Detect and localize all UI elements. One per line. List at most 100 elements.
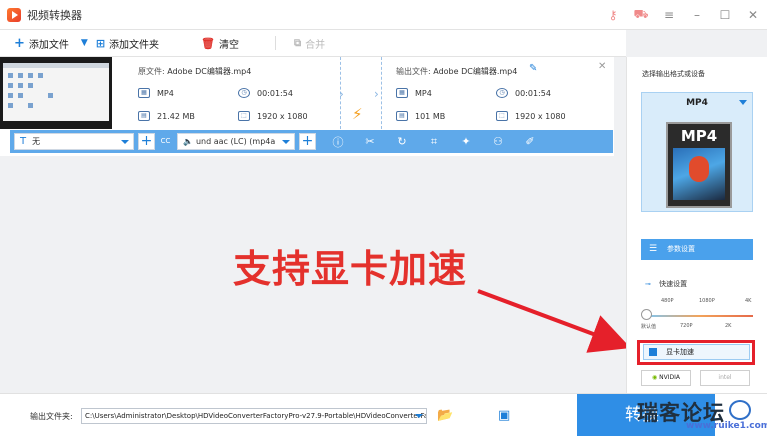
add-audio-button[interactable]: + — [299, 133, 316, 150]
file-size-icon: ▤ — [396, 111, 408, 121]
gpu-acceleration-bolt-icon: ⚡ — [352, 105, 363, 123]
out-duration: ◷ 00:01:54 — [496, 88, 551, 98]
watermark-bird-icon — [729, 400, 751, 420]
nvidia-eye-icon: ◉ — [651, 374, 658, 381]
merge-label: 合并 — [305, 39, 326, 51]
watermark-person-icon[interactable]: ⚇ — [482, 135, 514, 148]
intel-badge: intel — [700, 370, 750, 386]
quality-slider-track[interactable] — [646, 315, 753, 317]
close-icon[interactable]: ✕ — [739, 8, 767, 22]
open-output-folder-icon[interactable]: ▣ — [498, 408, 510, 423]
crop-icon[interactable]: ⌗ — [418, 135, 450, 149]
tick-default: 默认值 — [641, 324, 657, 330]
dropdown-arrow-icon[interactable] — [415, 414, 423, 418]
trash-icon: 🗑 — [201, 36, 216, 50]
output-folder-path[interactable]: C:\Users\Administrator\Desktop\HDVideoCo… — [81, 408, 427, 424]
format-name: MP4 — [686, 98, 708, 108]
task-options-bar: T 无 + CC 🔈 und aac (LC) (mp4a + ⓘ ✂ ↻ ⌗ … — [10, 130, 613, 153]
src-resolution: ⬚ 1920 x 1080 — [238, 111, 308, 121]
output-folder-label: 输出文件夹: — [30, 412, 73, 421]
watermark-url: www.ruike1.com — [686, 421, 767, 431]
format-icon: ▦ — [138, 88, 150, 98]
output-path-text: C:\Users\Administrator\Desktop\HDVideoCo… — [85, 412, 427, 420]
divider-line — [381, 57, 382, 129]
add-file-button[interactable]: + 添加文件 — [14, 30, 69, 57]
add-file-dropdown-icon[interactable]: ▼ — [81, 38, 88, 48]
menu-icon[interactable]: ≡ — [655, 8, 683, 22]
dropdown-arrow-icon — [121, 140, 129, 144]
output-label: 输出文件: — [396, 67, 431, 76]
cart-icon[interactable]: ⛟ — [627, 7, 655, 23]
source-file-info: 原文件: Adobe DC编辑器.mp4 — [138, 66, 251, 77]
browse-folder-icon[interactable]: 📂 — [437, 408, 453, 423]
rotate-icon[interactable]: ↻ — [386, 135, 418, 148]
source-label: 原文件: — [138, 67, 165, 76]
add-folder-button[interactable]: ⊞ 添加文件夹 — [96, 30, 159, 57]
toolbar-divider — [275, 36, 277, 50]
tick-720p: 720P — [680, 323, 693, 329]
file-size-icon: ▤ — [138, 111, 150, 121]
edit-output-name-icon[interactable]: ✎ — [529, 63, 537, 74]
src-size: ▤ 21.42 MB — [138, 111, 195, 121]
out-resolution: ⬚ 1920 x 1080 — [496, 111, 566, 121]
info-icon[interactable]: ⓘ — [322, 134, 354, 150]
plus-icon: + — [14, 35, 25, 51]
output-file-info: 输出文件: Adobe DC编辑器.mp4 — [396, 66, 517, 77]
out-size: ▤ 101 MB — [396, 111, 445, 121]
trim-scissors-icon[interactable]: ✂ — [354, 135, 386, 148]
format-icon: ▦ — [396, 88, 408, 98]
add-subtitle-button[interactable]: + — [138, 133, 155, 150]
merge-icon: ⧉ — [294, 37, 302, 49]
speaker-icon: 🔈 — [183, 137, 193, 146]
sliders-icon: ☰ — [649, 244, 658, 254]
window-controls: ⚷ ⛟ ≡ – ☐ ✕ — [599, 0, 767, 30]
dropdown-arrow-icon[interactable] — [739, 100, 747, 105]
src-format: ▦ MP4 — [138, 88, 174, 98]
quick-settings-title: ⊸ 快速设置 — [645, 280, 688, 288]
promo-caption: 支持显卡加速 — [233, 247, 468, 291]
source-filename: Adobe DC编辑器.mp4 — [167, 67, 252, 76]
subtitle-value: 无 — [32, 137, 41, 146]
app-window: 视频转换器 ⚷ ⛟ ≡ – ☐ ✕ + 添加文件 ▼ ⊞ 添加文件夹 🗑 清空 … — [0, 0, 767, 442]
resolution-icon: ⬚ — [238, 111, 250, 121]
settings-label: 参数设置 — [667, 245, 695, 253]
quality-slider-knob[interactable] — [641, 309, 652, 320]
key-icon[interactable]: ⚷ — [599, 8, 627, 22]
title-bar: 视频转换器 ⚷ ⛟ ≡ – ☐ ✕ — [0, 0, 767, 30]
app-logo-icon — [7, 7, 21, 22]
edit-pen-icon[interactable]: ✐ — [514, 135, 546, 148]
highlight-box — [637, 340, 755, 365]
maximize-icon[interactable]: ☐ — [711, 8, 739, 22]
toolbar: + 添加文件 ▼ ⊞ 添加文件夹 🗑 清空 ⧉ 合并 — [0, 30, 626, 57]
output-format-card[interactable]: MP4 MP4 — [641, 92, 753, 212]
tick-4k: 4K — [745, 298, 752, 304]
slider-icon: ⊸ — [645, 280, 651, 288]
tick-2k: 2K — [725, 323, 732, 329]
tick-1080p: 1080P — [699, 298, 715, 304]
clock-icon: ◷ — [238, 88, 250, 98]
merge-button[interactable]: ⧉ 合并 — [294, 30, 325, 57]
out-format: ▦ MP4 — [396, 88, 432, 98]
src-duration: ◷ 00:01:54 — [238, 88, 293, 98]
subtitle-select[interactable]: T 无 — [14, 133, 134, 150]
minimize-icon[interactable]: – — [683, 8, 711, 22]
remove-task-icon[interactable]: ✕ — [598, 61, 606, 72]
video-thumbnail[interactable] — [0, 57, 112, 129]
audio-track-value: und aac (LC) (mp4a — [195, 137, 276, 146]
add-folder-label: 添加文件夹 — [109, 39, 160, 51]
cc-subtitle-icon[interactable]: CC — [157, 133, 174, 150]
resolution-icon: ⬚ — [496, 111, 508, 121]
clock-icon: ◷ — [496, 88, 508, 98]
chevron-right-icon: › — [339, 87, 344, 101]
folder-plus-icon: ⊞ — [95, 36, 106, 50]
effects-wand-icon[interactable]: ✦ — [450, 135, 482, 148]
output-filename: Adobe DC编辑器.mp4 — [433, 67, 518, 76]
clear-button[interactable]: 🗑 清空 — [201, 30, 239, 57]
settings-button[interactable]: ☰ 参数设置 — [641, 239, 753, 260]
dropdown-arrow-icon — [282, 140, 290, 144]
audio-track-select[interactable]: 🔈 und aac (LC) (mp4a — [177, 133, 295, 150]
mp4-icon-text: MP4 — [680, 127, 718, 145]
chevron-right-icon: › — [374, 87, 379, 101]
text-t-icon: T — [20, 136, 27, 147]
task-item[interactable]: 原文件: Adobe DC编辑器.mp4 ▦ MP4 ◷ 00:01:54 ▤ 21.… — [0, 57, 614, 156]
